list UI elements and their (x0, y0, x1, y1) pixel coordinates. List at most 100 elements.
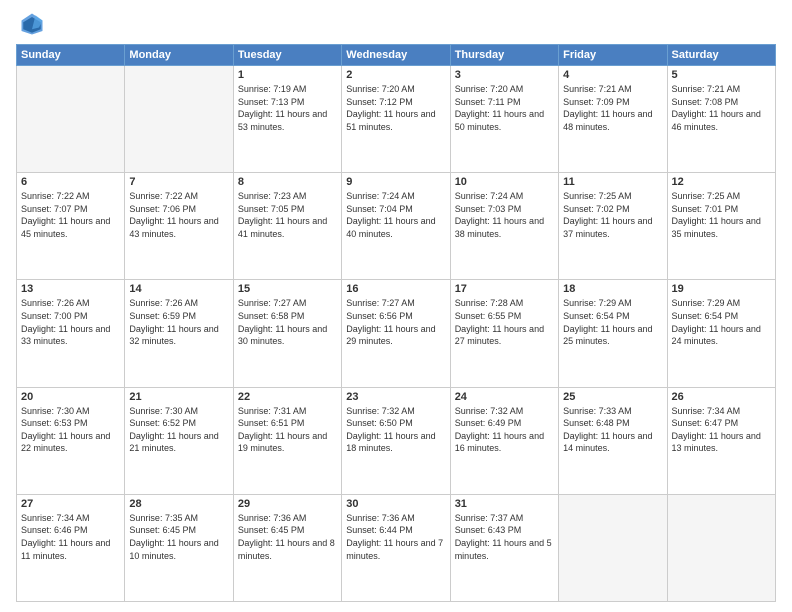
day-number: 5 (672, 69, 771, 81)
cell-info: Sunrise: 7:32 AMSunset: 6:50 PMDaylight:… (346, 405, 445, 455)
cell-info: Sunrise: 7:24 AMSunset: 7:03 PMDaylight:… (455, 190, 554, 240)
day-number: 3 (455, 69, 554, 81)
cell-info: Sunrise: 7:34 AMSunset: 6:46 PMDaylight:… (21, 512, 120, 562)
cell-info: Sunrise: 7:31 AMSunset: 6:51 PMDaylight:… (238, 405, 337, 455)
cell-info: Sunrise: 7:20 AMSunset: 7:11 PMDaylight:… (455, 83, 554, 133)
cell-info: Sunrise: 7:26 AMSunset: 7:00 PMDaylight:… (21, 297, 120, 347)
calendar-cell: 10 Sunrise: 7:24 AMSunset: 7:03 PMDayligh… (450, 173, 558, 280)
day-number: 25 (563, 391, 662, 403)
calendar-cell: 31 Sunrise: 7:37 AMSunset: 6:43 PMDayligh… (450, 494, 558, 601)
calendar-table: SundayMondayTuesdayWednesdayThursdayFrid… (16, 44, 776, 602)
cell-info: Sunrise: 7:29 AMSunset: 6:54 PMDaylight:… (672, 297, 771, 347)
calendar-cell: 25 Sunrise: 7:33 AMSunset: 6:48 PMDayligh… (559, 387, 667, 494)
cell-info: Sunrise: 7:32 AMSunset: 6:49 PMDaylight:… (455, 405, 554, 455)
calendar-cell: 23 Sunrise: 7:32 AMSunset: 6:50 PMDayligh… (342, 387, 450, 494)
day-number: 17 (455, 283, 554, 295)
calendar-cell: 13 Sunrise: 7:26 AMSunset: 7:00 PMDayligh… (17, 280, 125, 387)
calendar-weekday-thursday: Thursday (450, 45, 558, 66)
calendar-cell: 8 Sunrise: 7:23 AMSunset: 7:05 PMDaylight… (233, 173, 341, 280)
cell-info: Sunrise: 7:30 AMSunset: 6:52 PMDaylight:… (129, 405, 228, 455)
day-number: 15 (238, 283, 337, 295)
logo (16, 10, 48, 38)
calendar-weekday-saturday: Saturday (667, 45, 775, 66)
calendar-cell: 19 Sunrise: 7:29 AMSunset: 6:54 PMDayligh… (667, 280, 775, 387)
day-number: 6 (21, 176, 120, 188)
day-number: 18 (563, 283, 662, 295)
calendar-cell: 4 Sunrise: 7:21 AMSunset: 7:09 PMDaylight… (559, 66, 667, 173)
cell-info: Sunrise: 7:28 AMSunset: 6:55 PMDaylight:… (455, 297, 554, 347)
calendar-week-row: 27 Sunrise: 7:34 AMSunset: 6:46 PMDayligh… (17, 494, 776, 601)
cell-info: Sunrise: 7:27 AMSunset: 6:56 PMDaylight:… (346, 297, 445, 347)
day-number: 31 (455, 498, 554, 510)
calendar-cell: 18 Sunrise: 7:29 AMSunset: 6:54 PMDayligh… (559, 280, 667, 387)
calendar-week-row: 20Sunrise: 7:30 AMSunset: 6:53 PMDayligh… (17, 387, 776, 494)
calendar-cell: 15 Sunrise: 7:27 AMSunset: 6:58 PMDayligh… (233, 280, 341, 387)
cell-info: Sunrise: 7:21 AMSunset: 7:08 PMDaylight:… (672, 83, 771, 133)
calendar-cell: 29 Sunrise: 7:36 AMSunset: 6:45 PMDayligh… (233, 494, 341, 601)
day-number: 16 (346, 283, 445, 295)
calendar-cell: 27 Sunrise: 7:34 AMSunset: 6:46 PMDayligh… (17, 494, 125, 601)
header (16, 10, 776, 38)
day-number: 21 (129, 391, 228, 403)
day-number: 22 (238, 391, 337, 403)
cell-info: Sunrise: 7:25 AMSunset: 7:01 PMDaylight:… (672, 190, 771, 240)
calendar-header-row: SundayMondayTuesdayWednesdayThursdayFrid… (17, 45, 776, 66)
calendar-cell: 11Sunrise: 7:25 AMSunset: 7:02 PMDayligh… (559, 173, 667, 280)
calendar-weekday-tuesday: Tuesday (233, 45, 341, 66)
calendar-cell: 22 Sunrise: 7:31 AMSunset: 6:51 PMDayligh… (233, 387, 341, 494)
cell-info: Sunrise: 7:24 AMSunset: 7:04 PMDaylight:… (346, 190, 445, 240)
cell-info: Sunrise: 7:27 AMSunset: 6:58 PMDaylight:… (238, 297, 337, 347)
cell-info: Sunrise: 7:29 AMSunset: 6:54 PMDaylight:… (563, 297, 662, 347)
calendar-cell (17, 66, 125, 173)
logo-icon (18, 10, 46, 38)
calendar-cell: 14 Sunrise: 7:26 AMSunset: 6:59 PMDayligh… (125, 280, 233, 387)
calendar-cell (125, 66, 233, 173)
day-number: 20 (21, 391, 120, 403)
day-number: 23 (346, 391, 445, 403)
cell-info: Sunrise: 7:23 AMSunset: 7:05 PMDaylight:… (238, 190, 337, 240)
day-number: 29 (238, 498, 337, 510)
cell-info: Sunrise: 7:37 AMSunset: 6:43 PMDaylight:… (455, 512, 554, 562)
cell-info: Sunrise: 7:36 AMSunset: 6:44 PMDaylight:… (346, 512, 445, 562)
calendar-week-row: 13 Sunrise: 7:26 AMSunset: 7:00 PMDayligh… (17, 280, 776, 387)
day-number: 2 (346, 69, 445, 81)
calendar-weekday-monday: Monday (125, 45, 233, 66)
cell-info: Sunrise: 7:22 AMSunset: 7:07 PMDaylight:… (21, 190, 120, 240)
calendar-cell: 7 Sunrise: 7:22 AMSunset: 7:06 PMDaylight… (125, 173, 233, 280)
calendar-cell: 12 Sunrise: 7:25 AMSunset: 7:01 PMDayligh… (667, 173, 775, 280)
day-number: 10 (455, 176, 554, 188)
day-number: 8 (238, 176, 337, 188)
day-number: 12 (672, 176, 771, 188)
calendar-cell: 28Sunrise: 7:35 AMSunset: 6:45 PMDayligh… (125, 494, 233, 601)
day-number: 13 (21, 283, 120, 295)
day-number: 28 (129, 498, 228, 510)
calendar-cell (667, 494, 775, 601)
day-number: 30 (346, 498, 445, 510)
calendar-weekday-sunday: Sunday (17, 45, 125, 66)
day-number: 19 (672, 283, 771, 295)
day-number: 14 (129, 283, 228, 295)
cell-info: Sunrise: 7:33 AMSunset: 6:48 PMDaylight:… (563, 405, 662, 455)
calendar-cell: 17 Sunrise: 7:28 AMSunset: 6:55 PMDayligh… (450, 280, 558, 387)
calendar-cell: 26 Sunrise: 7:34 AMSunset: 6:47 PMDayligh… (667, 387, 775, 494)
calendar-cell: 1Sunrise: 7:19 AMSunset: 7:13 PMDaylight… (233, 66, 341, 173)
calendar-cell: 30 Sunrise: 7:36 AMSunset: 6:44 PMDayligh… (342, 494, 450, 601)
cell-info: Sunrise: 7:20 AMSunset: 7:12 PMDaylight:… (346, 83, 445, 133)
cell-info: Sunrise: 7:19 AMSunset: 7:13 PMDaylight:… (238, 83, 337, 133)
day-number: 9 (346, 176, 445, 188)
calendar-cell (559, 494, 667, 601)
cell-info: Sunrise: 7:26 AMSunset: 6:59 PMDaylight:… (129, 297, 228, 347)
cell-info: Sunrise: 7:21 AMSunset: 7:09 PMDaylight:… (563, 83, 662, 133)
day-number: 7 (129, 176, 228, 188)
calendar-cell: 24Sunrise: 7:32 AMSunset: 6:49 PMDayligh… (450, 387, 558, 494)
cell-info: Sunrise: 7:34 AMSunset: 6:47 PMDaylight:… (672, 405, 771, 455)
calendar-cell: 21 Sunrise: 7:30 AMSunset: 6:52 PMDayligh… (125, 387, 233, 494)
calendar-week-row: 6 Sunrise: 7:22 AMSunset: 7:07 PMDaylight… (17, 173, 776, 280)
day-number: 4 (563, 69, 662, 81)
day-number: 27 (21, 498, 120, 510)
calendar-cell: 20Sunrise: 7:30 AMSunset: 6:53 PMDayligh… (17, 387, 125, 494)
cell-info: Sunrise: 7:36 AMSunset: 6:45 PMDaylight:… (238, 512, 337, 562)
cell-info: Sunrise: 7:22 AMSunset: 7:06 PMDaylight:… (129, 190, 228, 240)
day-number: 26 (672, 391, 771, 403)
calendar-cell: 5 Sunrise: 7:21 AMSunset: 7:08 PMDaylight… (667, 66, 775, 173)
